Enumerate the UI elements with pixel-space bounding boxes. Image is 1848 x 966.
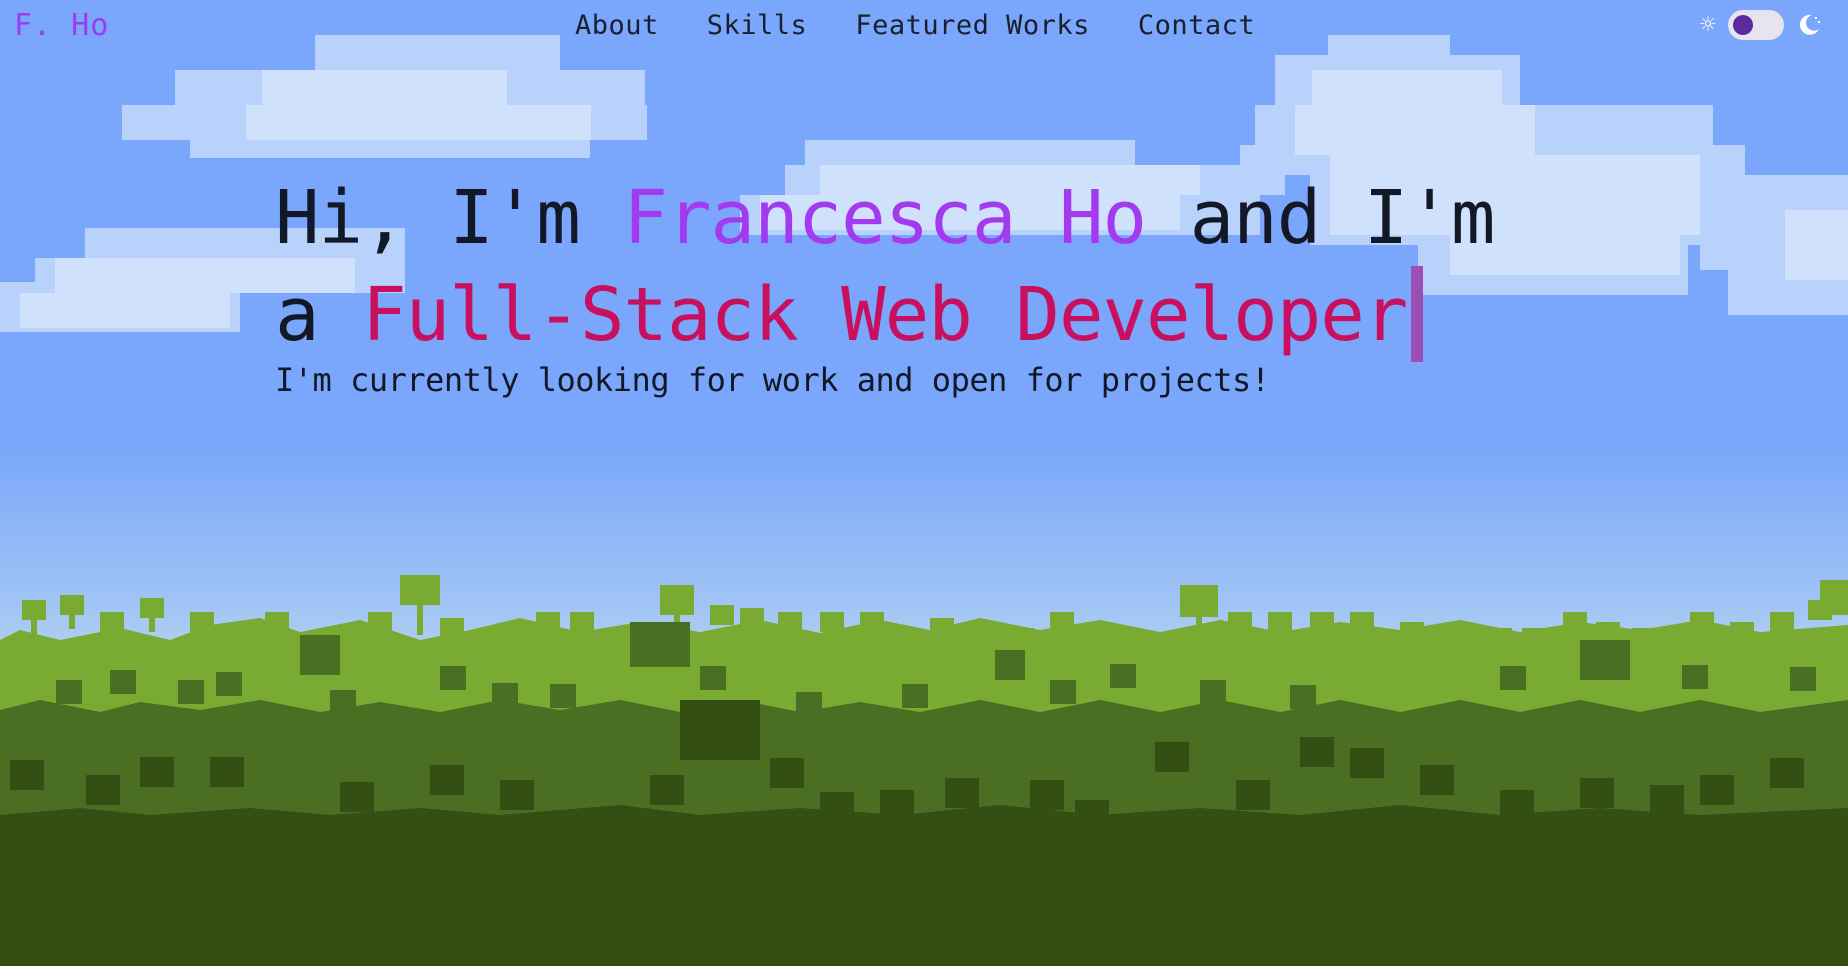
nav-link-contact[interactable]: Contact — [1138, 10, 1255, 41]
nav-link-skills[interactable]: Skills — [707, 10, 808, 41]
site-logo[interactable]: F. Ho — [14, 8, 109, 43]
nav-link-about[interactable]: About — [575, 10, 659, 41]
forest-front — [0, 805, 1848, 966]
pixel-landscape — [0, 35, 1848, 966]
page-background — [0, 0, 1848, 966]
headline-greeting: Hi, I'm — [275, 175, 624, 261]
toggle-knob — [1732, 15, 1753, 35]
headline-role: Full-Stack Web Developer — [362, 272, 1408, 358]
headline-name: Francesca Ho — [623, 175, 1147, 261]
theme-toggle[interactable] — [1727, 10, 1784, 40]
main-nav: About Skills Featured Works Contact — [575, 10, 1255, 41]
sun-icon: ☼ — [1700, 10, 1716, 40]
theme-switch: ☼ — [1700, 10, 1822, 40]
hero-section: Hi, I'm Francesca Ho and I'm a Full-Stac… — [275, 170, 1575, 399]
hero-headline: Hi, I'm Francesca Ho and I'm a Full-Stac… — [275, 170, 1575, 363]
moon-icon — [1799, 14, 1820, 35]
hero-tagline: I'm currently looking for work and open … — [275, 361, 1270, 399]
site-header: F. Ho About Skills Featured Works Contac… — [0, 0, 1848, 58]
typing-cursor — [1411, 266, 1424, 362]
nav-link-featured-works[interactable]: Featured Works — [855, 10, 1090, 41]
